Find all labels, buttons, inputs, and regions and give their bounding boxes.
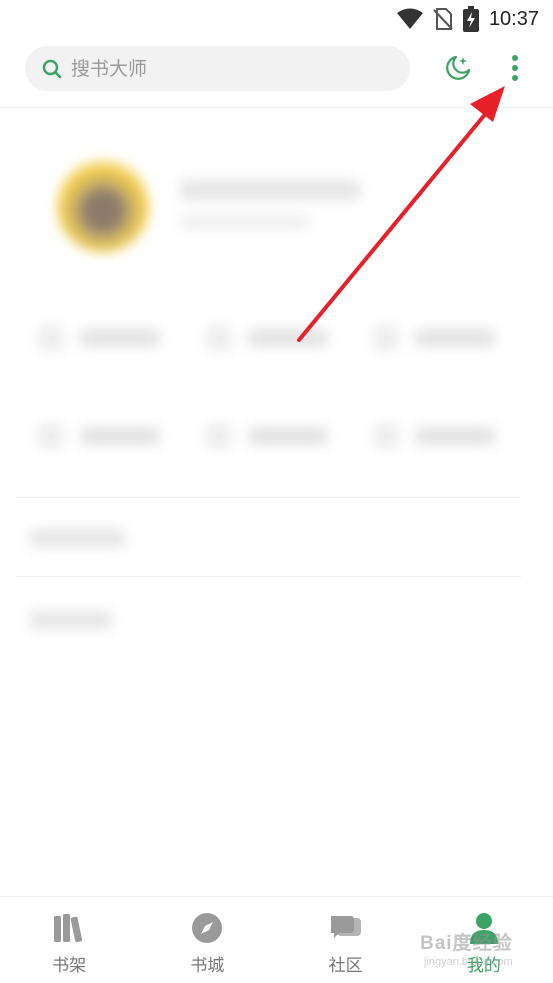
top-bar bbox=[0, 38, 553, 108]
nav-label: 书架 bbox=[52, 956, 87, 976]
feature-item[interactable] bbox=[365, 310, 525, 365]
feature-label-redacted bbox=[247, 328, 328, 347]
chat-icon bbox=[329, 911, 363, 945]
battery-charging-icon bbox=[462, 6, 479, 32]
night-mode-button[interactable] bbox=[442, 52, 474, 84]
list-item-label-redacted bbox=[30, 611, 112, 629]
more-vertical-icon bbox=[510, 54, 520, 82]
feature-label-redacted bbox=[415, 426, 495, 445]
list-item-label-redacted bbox=[30, 529, 125, 547]
feature-grid-row bbox=[30, 310, 525, 365]
feature-label-redacted bbox=[80, 426, 160, 445]
search-icon bbox=[42, 59, 62, 79]
feature-item[interactable] bbox=[365, 408, 525, 463]
feature-grid-row bbox=[30, 408, 525, 463]
list-item[interactable] bbox=[30, 600, 520, 640]
user-profile[interactable] bbox=[52, 155, 372, 255]
divider bbox=[16, 497, 521, 498]
feature-icon bbox=[373, 422, 399, 449]
list-item[interactable] bbox=[30, 518, 520, 558]
feature-item[interactable] bbox=[30, 310, 190, 365]
feature-icon bbox=[38, 324, 64, 351]
wifi-icon bbox=[396, 8, 423, 30]
feature-item[interactable] bbox=[30, 408, 190, 463]
search-box[interactable] bbox=[25, 46, 410, 91]
nav-item-bookstore[interactable]: 书城 bbox=[138, 897, 276, 983]
nav-item-community[interactable]: 社区 bbox=[277, 897, 415, 983]
feature-item[interactable] bbox=[198, 408, 358, 463]
nav-item-mine[interactable]: 我的 bbox=[415, 897, 553, 983]
search-input[interactable] bbox=[71, 57, 371, 80]
annotation-arrow bbox=[297, 86, 505, 342]
status-time: 10:37 bbox=[488, 7, 539, 30]
nav-item-bookshelf[interactable]: 书架 bbox=[0, 897, 138, 983]
feature-label-redacted bbox=[247, 426, 328, 445]
bookshelf-icon bbox=[52, 911, 86, 945]
no-sim-icon bbox=[433, 7, 453, 31]
feature-icon bbox=[205, 422, 232, 449]
nav-label: 书城 bbox=[190, 956, 225, 976]
profile-subtitle-redacted bbox=[180, 215, 310, 229]
more-menu-button[interactable] bbox=[503, 52, 527, 84]
profile-name-redacted bbox=[180, 180, 360, 200]
divider bbox=[16, 576, 521, 577]
feature-icon bbox=[205, 324, 232, 351]
nav-label: 社区 bbox=[328, 956, 363, 976]
compass-icon bbox=[190, 911, 224, 945]
avatar[interactable] bbox=[57, 160, 149, 252]
moon-stars-icon bbox=[443, 53, 473, 83]
status-bar: 10:37 bbox=[0, 0, 553, 38]
nav-label: 我的 bbox=[466, 956, 501, 976]
feature-label-redacted bbox=[80, 328, 160, 347]
feature-icon bbox=[373, 324, 399, 351]
feature-icon bbox=[38, 422, 64, 449]
user-icon bbox=[467, 911, 501, 945]
feature-label-redacted bbox=[415, 328, 495, 347]
bottom-nav: 书架 书城 社区 我的 bbox=[0, 896, 553, 983]
feature-item[interactable] bbox=[198, 310, 358, 365]
